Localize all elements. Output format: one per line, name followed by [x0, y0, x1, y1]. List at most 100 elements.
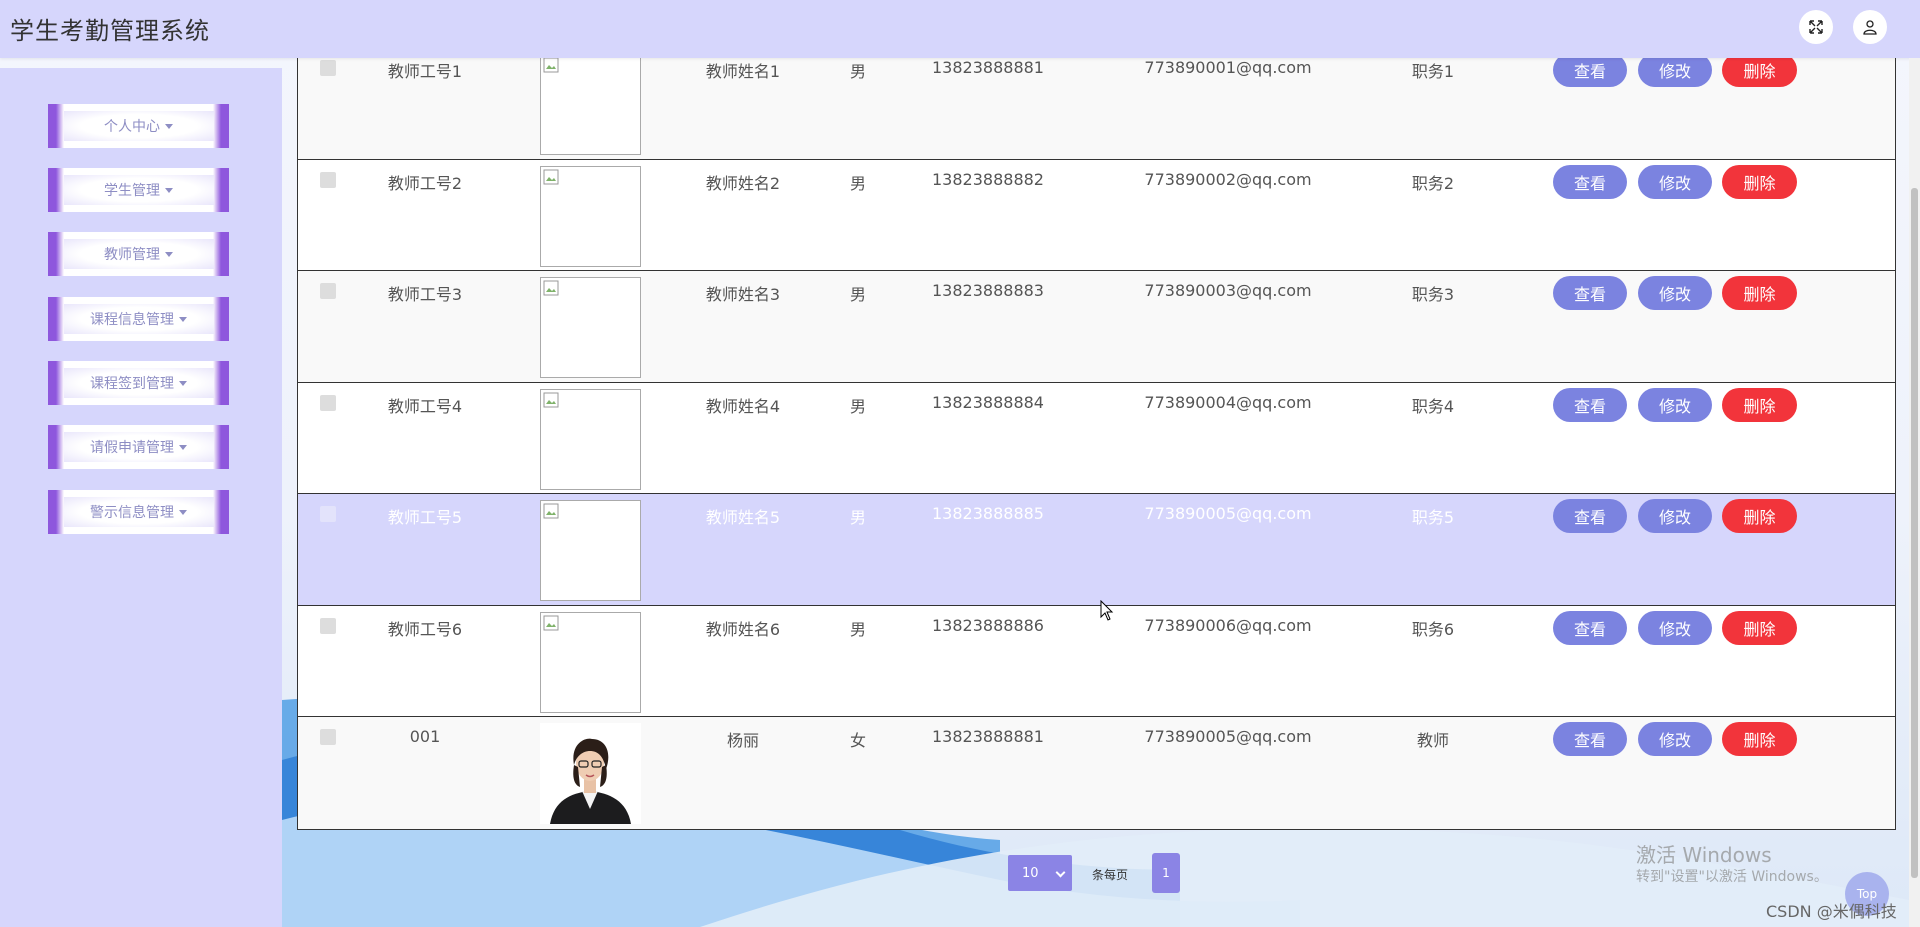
- sidebar-item-label: 课程签到管理: [90, 376, 174, 392]
- edit-button[interactable]: 修改: [1638, 722, 1712, 756]
- teacher-email: 773890006@qq.com: [1144, 615, 1312, 635]
- view-button[interactable]: 查看: [1553, 387, 1627, 422]
- sidebar-item-student-management[interactable]: 学生管理: [48, 168, 229, 212]
- edit-button[interactable]: 修改: [1638, 610, 1712, 645]
- table-row: 教师工号2 教师姓名2 男 13823888882 773890002@qq.c…: [298, 159, 1895, 271]
- windows-activation-title: 激活 Windows: [1636, 843, 1772, 867]
- teacher-position: 职务1: [1411, 62, 1455, 81]
- teacher-email: 773890004@qq.com: [1144, 392, 1312, 412]
- caret-down-icon: [165, 123, 173, 129]
- view-button[interactable]: 查看: [1553, 276, 1627, 310]
- teacher-name: 教师姓名2: [705, 173, 781, 193]
- app-title: 学生考勤管理系统: [10, 17, 210, 45]
- row-checkbox[interactable]: [320, 394, 336, 411]
- table-row: 001 杨丽 女 13823888881 773890005@qq.com 教师…: [298, 717, 1895, 829]
- teacher-email: 773890003@qq.com: [1144, 281, 1312, 300]
- user-menu-button[interactable]: [1853, 10, 1887, 44]
- row-checkbox[interactable]: [320, 506, 336, 522]
- page-size-select[interactable]: 10: [1008, 855, 1072, 891]
- caret-down-icon: [165, 187, 173, 193]
- vertical-scrollbar[interactable]: [1909, 58, 1920, 927]
- sidebar-item-course-checkin[interactable]: 课程签到管理: [48, 361, 229, 405]
- teacher-name: 教师姓名1: [705, 62, 781, 81]
- sidebar-item-label: 个人中心: [104, 119, 160, 135]
- sidebar-item-teacher-management[interactable]: 教师管理: [48, 232, 229, 276]
- teacher-table: 教师工号1 教师姓名1 男 13823888881 773890001@qq.c…: [297, 48, 1896, 830]
- delete-button[interactable]: 删除: [1722, 722, 1797, 756]
- broken-image-icon: [543, 392, 559, 407]
- row-checkbox[interactable]: [320, 60, 336, 76]
- per-page-label: 条每页: [1092, 868, 1129, 882]
- caret-down-icon: [179, 444, 187, 450]
- chevron-down-icon: [1055, 867, 1066, 878]
- delete-button[interactable]: 删除: [1722, 164, 1797, 199]
- page-size-value: 10: [1022, 865, 1039, 881]
- teacher-photo: [540, 388, 641, 490]
- delete-button[interactable]: 删除: [1722, 610, 1797, 645]
- teacher-phone: 13823888881: [932, 727, 1044, 746]
- teacher-photo: [540, 611, 641, 713]
- row-checkbox[interactable]: [320, 729, 336, 745]
- teacher-email: 773890001@qq.com: [1144, 58, 1312, 77]
- teacher-photo: [540, 277, 641, 378]
- delete-button[interactable]: 删除: [1722, 499, 1797, 533]
- edit-button[interactable]: 修改: [1638, 276, 1712, 310]
- teacher-gender: 男: [849, 285, 866, 304]
- sidebar-item-warning-info[interactable]: 警示信息管理: [48, 490, 229, 534]
- row-checkbox[interactable]: [320, 283, 336, 299]
- teacher-name: 教师姓名3: [705, 285, 781, 304]
- sidebar-item-label: 学生管理: [104, 183, 160, 199]
- teacher-number: 教师工号1: [387, 62, 463, 81]
- delete-button[interactable]: 删除: [1722, 276, 1797, 310]
- teacher-gender: 男: [849, 508, 866, 527]
- teacher-name: 教师姓名6: [705, 619, 781, 639]
- teacher-photo: [540, 54, 641, 155]
- user-icon: [1863, 20, 1877, 35]
- teacher-position: 职务3: [1411, 285, 1455, 304]
- sidebar-item-leave-request[interactable]: 请假申请管理: [48, 425, 229, 469]
- delete-button[interactable]: 删除: [1722, 387, 1797, 422]
- teacher-name: 杨丽: [726, 731, 759, 750]
- teacher-number: 教师工号6: [387, 619, 463, 639]
- view-button[interactable]: 查看: [1553, 53, 1627, 87]
- edit-button[interactable]: 修改: [1638, 387, 1712, 422]
- teacher-number: 教师工号5: [387, 508, 463, 527]
- teacher-position: 职务2: [1411, 173, 1455, 193]
- scrollbar-thumb[interactable]: [1911, 188, 1918, 878]
- teacher-gender: 男: [849, 396, 866, 416]
- teacher-phone: 13823888886: [932, 615, 1044, 635]
- edit-button[interactable]: 修改: [1638, 164, 1712, 199]
- sidebar-item-label: 请假申请管理: [90, 440, 174, 456]
- broken-image-icon: [543, 503, 559, 519]
- sidebar-item-label: 课程信息管理: [90, 312, 174, 328]
- teacher-gender: 男: [849, 173, 866, 193]
- teacher-position: 职务6: [1411, 619, 1455, 639]
- row-checkbox[interactable]: [320, 617, 336, 634]
- teacher-phone: 13823888885: [932, 504, 1044, 523]
- teacher-email: 773890002@qq.com: [1144, 169, 1312, 189]
- edit-button[interactable]: 修改: [1638, 499, 1712, 533]
- view-button[interactable]: 查看: [1553, 164, 1627, 199]
- broken-image-icon: [543, 280, 559, 296]
- fullscreen-button[interactable]: [1799, 10, 1833, 44]
- table-row: 教师工号3 教师姓名3 男 13823888883 773890003@qq.c…: [298, 271, 1895, 383]
- teacher-gender: 男: [849, 62, 866, 81]
- page-number-button[interactable]: 1: [1152, 853, 1180, 893]
- sidebar-item-personal-center[interactable]: 个人中心: [48, 104, 229, 148]
- teacher-number: 教师工号4: [387, 396, 463, 416]
- delete-button[interactable]: 删除: [1722, 53, 1797, 87]
- caret-down-icon: [179, 316, 187, 322]
- row-checkbox[interactable]: [320, 171, 336, 188]
- windows-activation-subtitle: 转到"设置"以激活 Windows。: [1636, 869, 1828, 885]
- sidebar-item-course-info[interactable]: 课程信息管理: [48, 297, 229, 341]
- view-button[interactable]: 查看: [1553, 499, 1627, 533]
- portrait-image: [540, 723, 641, 824]
- teacher-position: 教师: [1416, 731, 1449, 750]
- top-header: 学生考勤管理系统: [0, 0, 1920, 58]
- view-button[interactable]: 查看: [1553, 722, 1627, 756]
- teacher-email: 773890005@qq.com: [1144, 727, 1312, 746]
- view-button[interactable]: 查看: [1553, 610, 1627, 645]
- edit-button[interactable]: 修改: [1638, 53, 1712, 87]
- table-row: 教师工号4 教师姓名4 男 13823888884 773890004@qq.c…: [298, 382, 1895, 494]
- table-row: 教师工号1 教师姓名1 男 13823888881 773890001@qq.c…: [298, 48, 1895, 160]
